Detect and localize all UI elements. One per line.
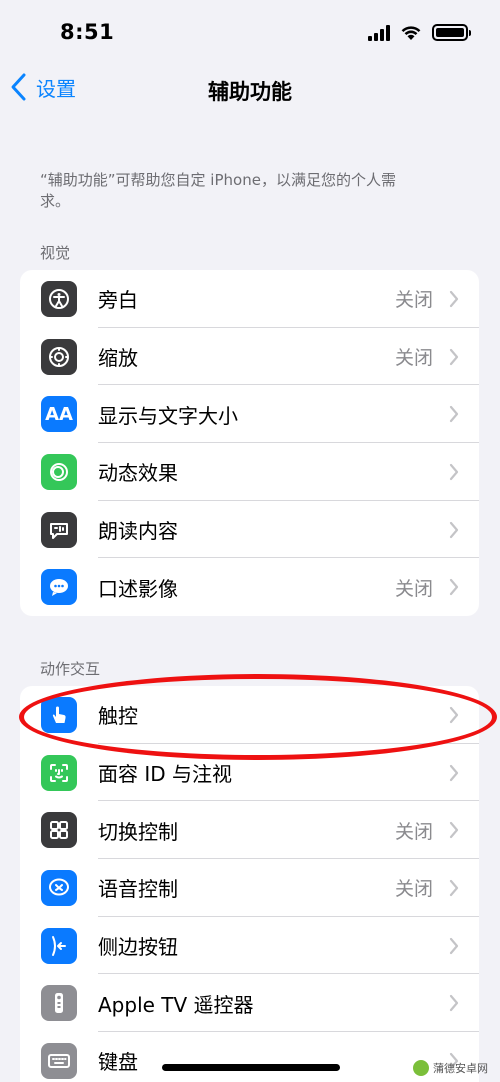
audio-description-icon <box>41 569 77 606</box>
settings-row-value: 关闭 <box>394 577 433 600</box>
status-icons <box>368 24 471 41</box>
settings-row[interactable]: 缩放 关闭 <box>20 328 479 386</box>
voiceover-icon <box>41 280 77 317</box>
settings-row-value: 关闭 <box>394 820 433 843</box>
text-size-glyph: AA <box>45 403 73 425</box>
navigation-bar: 设置 辅助功能 <box>0 64 500 114</box>
chevron-right-icon <box>449 463 459 481</box>
settings-row-label: 旁白 <box>98 288 138 313</box>
chevron-right-icon <box>449 406 459 423</box>
apple-tv-remote-icon <box>41 985 77 1022</box>
page-description: “辅助功能”可帮助您自定 iPhone，以满足您的个人需求。 <box>40 171 396 210</box>
switch-control-icon <box>41 812 77 849</box>
settings-row[interactable]: 旁白 关闭 <box>20 270 479 328</box>
chevron-right-icon <box>449 290 459 307</box>
battery-level <box>436 28 464 37</box>
settings-row-value: 关闭 <box>394 878 433 901</box>
settings-row[interactable]: Apple TV 遥控器 <box>20 974 479 1033</box>
settings-row[interactable]: 语音控制 关闭 <box>20 859 479 917</box>
battery-icon <box>432 24 471 41</box>
settings-row[interactable]: 侧边按钮 <box>20 917 479 975</box>
settings-row[interactable]: AA 显示与文字大小 <box>20 385 479 444</box>
face-id-icon <box>41 754 77 791</box>
settings-row-label: 触控 <box>98 704 138 729</box>
section-header-vision: 视觉 <box>40 244 71 262</box>
status-bar: 8:51 <box>0 0 500 64</box>
settings-row[interactable]: 动态效果 <box>20 443 479 501</box>
settings-row-label: 面容 ID 与注视 <box>98 762 233 787</box>
watermark-logo-icon <box>413 1060 429 1076</box>
settings-row[interactable]: 朗读内容 <box>20 501 479 559</box>
wifi-icon <box>401 25 421 40</box>
settings-row-label: 语音控制 <box>98 877 178 902</box>
spoken-content-icon <box>41 511 77 548</box>
settings-row-label: 缩放 <box>98 346 138 371</box>
settings-row-label: 朗读内容 <box>98 519 178 544</box>
settings-row[interactable]: 切换控制 关闭 <box>20 801 479 860</box>
settings-row-value: 关闭 <box>394 347 433 370</box>
voice-control-icon <box>41 869 77 906</box>
home-indicator[interactable] <box>162 1064 340 1071</box>
zoom-icon <box>41 338 77 375</box>
chevron-right-icon <box>449 879 459 897</box>
settings-row-label: 键盘 <box>98 1050 138 1075</box>
cellular-signal-icon <box>368 24 390 41</box>
chevron-right-icon <box>449 521 459 538</box>
settings-row-label: 侧边按钮 <box>98 935 178 960</box>
vision-settings-group: 旁白 关闭 缩放 关闭 AA 显示与文字大小 动态效果 朗读内容 口述影像 关闭 <box>20 270 479 617</box>
settings-row-label: 显示与文字大小 <box>98 403 238 428</box>
settings-row[interactable]: 面容 ID 与注视 <box>20 744 479 802</box>
settings-row[interactable]: 触控 <box>20 686 479 744</box>
settings-row-value: 关闭 <box>394 289 433 312</box>
chevron-right-icon <box>449 822 459 839</box>
page-title: 辅助功能 <box>208 80 292 104</box>
text-size-icon: AA <box>41 396 77 433</box>
watermark-text: 蒲德安卓网 <box>433 1062 488 1075</box>
touch-icon <box>41 696 77 733</box>
settings-row-label: 动态效果 <box>98 461 178 486</box>
chevron-right-icon <box>449 579 459 596</box>
keyboard-icon <box>41 1042 77 1079</box>
motion-icon <box>41 453 77 490</box>
settings-row[interactable]: 口述影像 关闭 <box>20 558 479 616</box>
chevron-right-icon <box>449 764 459 781</box>
section-header-interaction: 动作交互 <box>40 660 101 678</box>
watermark: 蒲德安卓网 <box>413 1060 488 1076</box>
chevron-right-icon <box>449 706 459 723</box>
settings-row-label: 切换控制 <box>98 819 178 844</box>
chevron-right-icon <box>449 348 459 365</box>
side-button-icon <box>41 927 77 964</box>
chevron-right-icon <box>449 995 459 1012</box>
interaction-settings-group: 触控 面容 ID 与注视 切换控制 关闭 语音控制 关闭 侧边按钮 Apple TV 遥控器键… <box>20 686 479 1082</box>
status-time: 8:51 <box>60 20 115 44</box>
settings-row-label: Apple TV 遥控器 <box>98 992 254 1017</box>
chevron-right-icon <box>449 937 459 954</box>
settings-row[interactable]: 键盘 <box>20 1032 479 1082</box>
settings-row-label: 口述影像 <box>98 576 178 601</box>
